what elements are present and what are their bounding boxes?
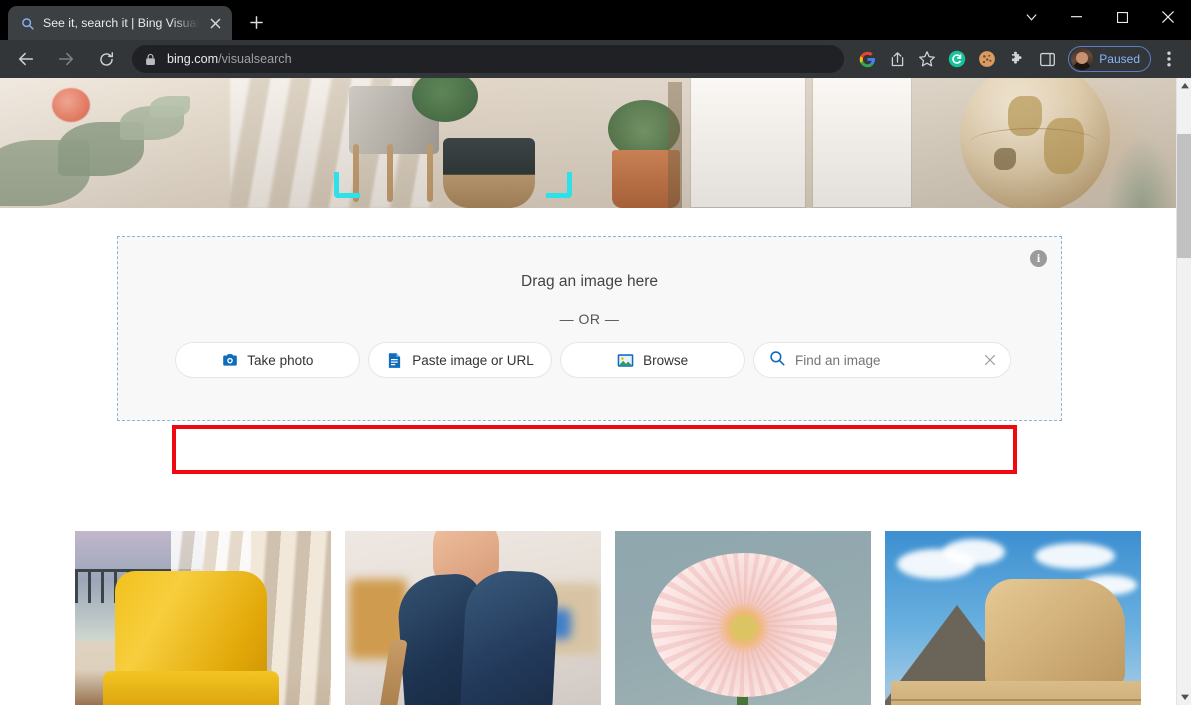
share-icon[interactable] [882, 44, 912, 74]
search-icon [19, 15, 35, 31]
browser-window: See it, search it | Bing Visual Sear [0, 0, 1191, 705]
card-image [885, 531, 1141, 705]
visual-search-bracket-left [334, 172, 360, 198]
google-icon[interactable] [852, 44, 882, 74]
search-icon [769, 350, 785, 371]
paste-image-or-url-button[interactable]: Paste image or URL [367, 342, 553, 378]
dropzone-title: Drag an image here [521, 273, 658, 290]
find-an-image-search-box[interactable] [753, 342, 1012, 378]
browser-tab[interactable]: See it, search it | Bing Visual Sear [8, 6, 232, 40]
suggestion-card[interactable]: Find chairs like this [75, 531, 331, 705]
find-an-image-input[interactable] [795, 352, 973, 368]
scroll-up-arrow-icon[interactable] [1177, 78, 1191, 94]
profile-status-label: Paused [1099, 52, 1140, 66]
suggestion-cards: Find chairs like this [75, 531, 1141, 705]
image-file-icon [617, 352, 634, 369]
hero-banner [0, 78, 1176, 208]
back-arrow-icon[interactable] [10, 43, 42, 75]
image-source-buttons-row: Take photo Paste image or URL Browse Fin… [175, 342, 1012, 378]
suggestion-card[interactable]: Search for navy heels [345, 531, 601, 705]
dropzone-or-separator: — OR — [559, 311, 620, 327]
suggestion-card[interactable]: Find similar images [615, 531, 871, 705]
window-controls [1009, 0, 1191, 40]
browse-button[interactable]: Browse [560, 342, 746, 378]
scroll-down-arrow-icon[interactable] [1177, 689, 1191, 705]
reload-icon[interactable] [90, 43, 122, 75]
chevron-down-icon[interactable] [1009, 0, 1053, 34]
url-text: bing.com/visualsearch [167, 52, 292, 66]
clear-x-icon[interactable] [982, 353, 997, 368]
profile-chip[interactable]: Paused [1068, 46, 1151, 72]
address-bar[interactable]: bing.com/visualsearch [132, 45, 845, 73]
new-tab-button[interactable] [242, 8, 270, 36]
annotation-highlight-rectangle [172, 425, 1017, 474]
tab-title: See it, search it | Bing Visual Sear [43, 16, 199, 30]
suggestion-card[interactable]: Explore landmarks [885, 531, 1141, 705]
avatar [1071, 48, 1094, 70]
paste-image-or-url-label: Paste image or URL [412, 352, 534, 368]
take-photo-button[interactable]: Take photo [175, 342, 360, 378]
bookmark-star-icon[interactable] [912, 44, 942, 74]
take-photo-label: Take photo [247, 352, 314, 368]
card-image [345, 531, 601, 705]
url-path: /visualsearch [218, 52, 292, 66]
grammarly-icon[interactable] [942, 44, 972, 74]
maximize-icon[interactable] [1099, 0, 1145, 34]
page-scrollbar[interactable] [1176, 78, 1191, 705]
card-image [75, 531, 331, 705]
close-icon[interactable] [207, 15, 224, 32]
browser-title-bar: See it, search it | Bing Visual Sear [0, 0, 1191, 40]
bing-visual-search-page: i Drag an image here — OR — Take photo P… [0, 78, 1176, 705]
side-panel-icon[interactable] [1032, 44, 1062, 74]
browser-toolbar: bing.com/visualsearch Paused [0, 40, 1191, 78]
minimize-icon[interactable] [1053, 0, 1099, 34]
camera-icon [221, 352, 238, 369]
image-dropzone[interactable]: i Drag an image here — OR — Take photo P… [117, 236, 1062, 421]
cookie-icon[interactable] [972, 44, 1002, 74]
visual-search-bracket-right [546, 172, 572, 198]
toolbar-icons: Paused [852, 44, 1185, 74]
url-domain: bing.com [167, 52, 219, 66]
scroll-thumb[interactable] [1177, 134, 1191, 258]
browse-label: Browse [643, 352, 689, 368]
chrome-menu-kebab-icon[interactable] [1155, 45, 1183, 73]
hero-image [0, 78, 1176, 208]
card-image [615, 531, 871, 705]
forward-arrow-icon[interactable] [50, 43, 82, 75]
lock-icon[interactable] [142, 51, 158, 67]
window-close-icon[interactable] [1145, 0, 1191, 34]
page-viewport: i Drag an image here — OR — Take photo P… [0, 78, 1191, 705]
extensions-puzzle-icon[interactable] [1002, 44, 1032, 74]
paste-document-icon [386, 352, 403, 369]
info-icon[interactable]: i [1030, 250, 1047, 267]
